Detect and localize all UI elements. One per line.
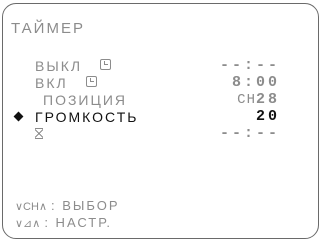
on-time-value: 8:00 (231, 74, 280, 91)
hint-text: : ВЫБОР (51, 198, 120, 213)
menu-row-on[interactable]: ВКЛ 8:00 (15, 74, 280, 92)
channel-value: 28 (255, 91, 280, 108)
channel-keys-icon: ∨CH∧ (15, 201, 47, 213)
volume-value: 20 (255, 108, 280, 125)
menu-row-sleep[interactable]: --:-- (15, 126, 280, 142)
volume-keys-icon: ∨⊿∧ (15, 218, 41, 230)
menu-row-position[interactable]: ПОЗИЦИЯ СН28 (15, 91, 280, 109)
hint-select: ∨CH∧ : ВЫБОР (15, 198, 120, 213)
menu-title: ТАЙМЕР (11, 20, 85, 37)
channel-prefix: СН (237, 92, 256, 108)
row-label: ГРОМКОСТЬ (35, 109, 139, 125)
selection-marker-icon (13, 111, 24, 122)
sleep-time-value: --:-- (219, 125, 280, 142)
hourglass-icon (35, 128, 43, 139)
hint-adjust: ∨⊿∧: НАСТР. (15, 215, 112, 230)
menu-row-off[interactable]: ВЫКЛ --:-- (15, 57, 280, 75)
off-time-value: --:-- (219, 57, 280, 74)
menu-row-volume[interactable]: ГРОМКОСТЬ 20 (13, 108, 280, 125)
timer-menu-screen: ТАЙМЕР ВЫКЛ --:-- ВКЛ 8:00 ПОЗИЦИЯ СН28 … (2, 3, 319, 239)
row-label: ВЫКЛ (35, 58, 83, 74)
row-label: ВКЛ (35, 75, 68, 91)
clock-icon (99, 59, 111, 70)
hint-text: : НАСТР. (44, 215, 113, 230)
row-label: ПОЗИЦИЯ (43, 92, 127, 108)
clock-icon (85, 76, 97, 87)
